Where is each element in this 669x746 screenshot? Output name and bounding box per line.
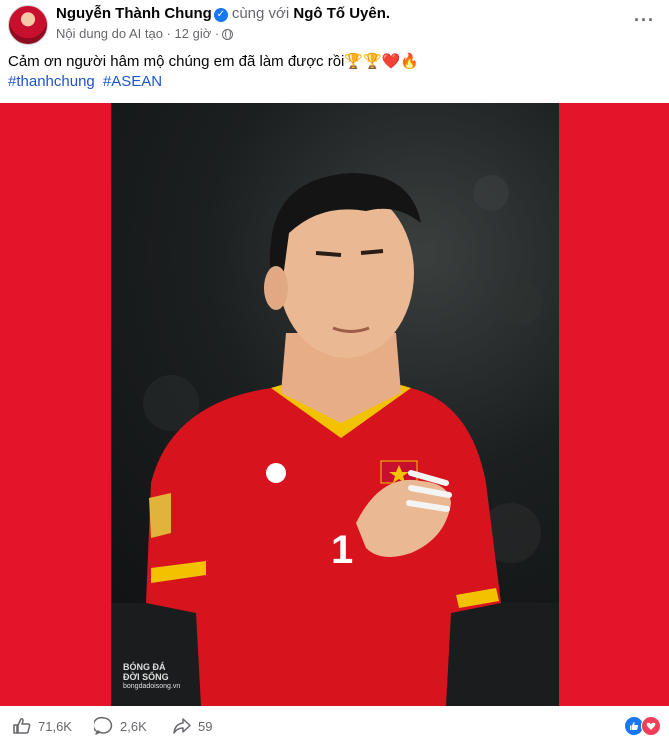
- like-count: 71,6K: [38, 718, 72, 734]
- like-button[interactable]: 71,6K: [12, 716, 72, 736]
- post-footer: 71,6K 2,6K 59: [0, 706, 669, 746]
- author-line: Nguyễn Thành Chung ✓ cùng với Ngô Tố Uyên.: [56, 5, 390, 22]
- author-avatar[interactable]: [8, 5, 48, 45]
- verified-badge-icon: ✓: [213, 8, 228, 22]
- comment-icon: [94, 716, 113, 735]
- watermark-line3: bongdadoisong.vn: [123, 683, 181, 690]
- watermark-line1: BÓNG ĐÁ: [123, 662, 166, 672]
- globe-icon[interactable]: [222, 29, 234, 40]
- share-count: 59: [198, 718, 213, 734]
- post-meta: Nội dung do AI tạo · 12 giờ ·: [56, 26, 234, 41]
- comment-button[interactable]: 2,6K: [94, 716, 147, 736]
- post-header: Nguyễn Thành Chung ✓ cùng với Ngô Tố Uyên.…: [0, 0, 669, 48]
- photo-watermark: BÓNG ĐÁ ĐỜI SỐNG bongdadoisong.vn: [123, 662, 180, 692]
- post-caption: Cảm ơn người hâm mộ chúng em đã làm được…: [8, 53, 420, 70]
- hashtag-link[interactable]: #thanhchung: [8, 73, 95, 90]
- watermark-line2: ĐỜI SỐNG: [123, 672, 169, 682]
- player-illustration: 1: [111, 173, 559, 706]
- svg-text:1: 1: [331, 528, 353, 572]
- comment-count: 2,6K: [120, 718, 147, 734]
- share-icon: [173, 718, 191, 734]
- more-options-icon[interactable]: ···: [634, 10, 655, 31]
- tagged-user[interactable]: Ngô Tố Uyên.: [293, 5, 390, 22]
- love-reaction-icon: [641, 716, 661, 736]
- share-button[interactable]: 59: [172, 716, 212, 736]
- reaction-summary[interactable]: [624, 716, 661, 736]
- thumbs-up-icon: [13, 718, 31, 734]
- with-label: cùng với: [231, 5, 290, 22]
- author-name[interactable]: Nguyễn Thành Chung: [56, 5, 212, 22]
- hashtag-list: #thanhchung #ASEAN: [8, 73, 166, 90]
- player-photo[interactable]: 1 BÓNG ĐÁ ĐỜI SỐNG bongdadoisong.vn: [111, 103, 559, 706]
- post-meta-text: Nội dung do AI tạo · 12 giờ ·: [56, 26, 220, 41]
- post-media[interactable]: 1 BÓNG ĐÁ ĐỜI SỐNG bongdadoisong.vn: [0, 103, 669, 706]
- hashtag-link[interactable]: #ASEAN: [103, 73, 162, 90]
